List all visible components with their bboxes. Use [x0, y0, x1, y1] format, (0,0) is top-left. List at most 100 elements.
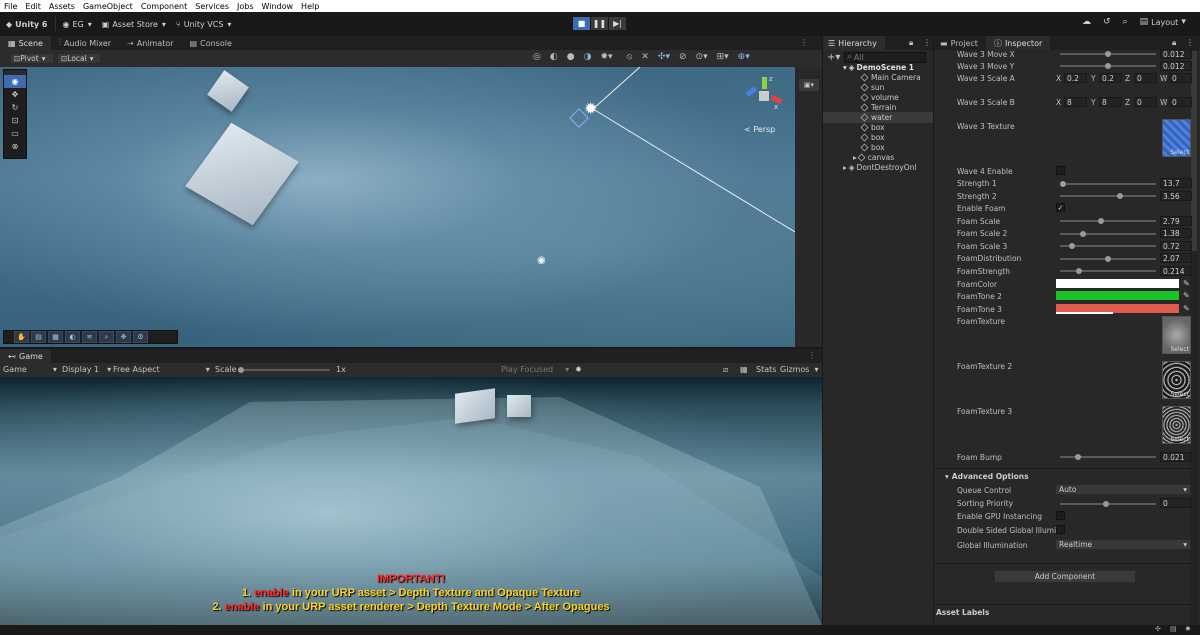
wave3-scale-a-z[interactable]: 0 [1134, 73, 1157, 83]
foam-texture-slot[interactable]: Select [1162, 316, 1191, 354]
menu-services[interactable]: Services [195, 2, 229, 11]
texture-select-label[interactable]: Select [1170, 346, 1189, 353]
bug-icon[interactable]: ✹ [575, 365, 582, 374]
gpu-instancing-checkbox[interactable] [1056, 511, 1065, 520]
add-icon[interactable]: +▾ [827, 52, 840, 63]
foam-scale-field[interactable]: 2.79 [1160, 216, 1192, 226]
search-icon[interactable]: ⌕ [1123, 17, 1128, 27]
shading-lit-icon[interactable]: ◑ [584, 52, 592, 62]
menu-jobs[interactable]: Jobs [237, 2, 254, 11]
strength1-field[interactable]: 13.7 [1160, 178, 1192, 188]
menu-component[interactable]: Component [141, 2, 187, 11]
slider-knob[interactable] [1117, 193, 1123, 199]
play-button[interactable]: ■ [573, 17, 590, 30]
menu-assets[interactable]: Assets [49, 2, 75, 11]
pause-button[interactable]: ❚❚ [591, 17, 608, 30]
foam-distribution-slider[interactable] [1060, 256, 1156, 262]
layers-tool-icon[interactable]: ≋ [82, 331, 97, 343]
tab-game[interactable]: ⊷ Game [0, 349, 51, 363]
pivot-dropdown[interactable]: ⊡Pivot ▾ [10, 53, 54, 64]
foam-scale3-slider[interactable] [1060, 243, 1156, 249]
settings-tool-icon[interactable]: ⚙ [133, 331, 148, 343]
slider-knob[interactable] [1105, 63, 1111, 69]
foam-color-swatch[interactable] [1056, 279, 1179, 288]
tab-scene[interactable]: ▦ Scene [0, 36, 51, 50]
lock-icon[interactable]: 🔒︎ [909, 38, 913, 48]
transform-tool-icon[interactable]: ⊗ [4, 140, 26, 153]
cache-icon[interactable]: ▤ [1170, 625, 1177, 633]
vcs-dropdown[interactable]: ⑂ Unity VCS ▾ [176, 20, 232, 29]
view-tool-icon[interactable]: ◉ [4, 75, 26, 88]
globe-icon[interactable]: ◎ [533, 52, 541, 62]
tab-animator[interactable]: ⇢ Animator [119, 36, 181, 50]
advanced-options-header[interactable]: ▾ Advanced Options [945, 472, 1029, 481]
wave3-move-y-slider[interactable] [1060, 63, 1156, 69]
game-view[interactable]: IMPORTANT! 1. enable in your URP asset >… [0, 377, 822, 625]
step-button[interactable]: ▶| [609, 17, 626, 30]
account-dropdown[interactable]: ◉ EG ▾ [62, 20, 91, 29]
overlay-menu-icon[interactable]: ▣▾ [799, 79, 819, 91]
shading-solid-icon[interactable]: ● [567, 52, 575, 62]
scale-tool-icon[interactable]: ⊡ [4, 114, 26, 127]
unity-version[interactable]: ◆ Unity 6 [6, 20, 47, 29]
tab-hierarchy[interactable]: ☰ Hierarchy [823, 36, 885, 50]
box-object[interactable] [507, 395, 531, 417]
hierarchy-item[interactable]: box [860, 123, 885, 132]
sorting-priority-slider[interactable] [1060, 501, 1156, 507]
foam-scale2-field[interactable]: 1.38 [1160, 228, 1192, 238]
perspective-label[interactable]: < Persp [744, 125, 775, 134]
eyedropper-icon[interactable]: ✎ [1183, 279, 1190, 288]
slider-knob[interactable] [1069, 243, 1075, 249]
rect-tool-icon[interactable]: ▭ [4, 127, 26, 140]
hierarchy-item[interactable]: box [860, 133, 885, 142]
hand-tool-icon[interactable]: ✋ [14, 331, 29, 343]
game-mode-dropdown[interactable]: Game ▾ [3, 365, 57, 374]
foam-scale2-slider[interactable] [1060, 231, 1156, 237]
rotate-tool-icon[interactable]: ↻ [4, 101, 26, 114]
hierarchy-item[interactable]: volume [860, 93, 899, 102]
foam-distribution-field[interactable]: 2.07 [1160, 253, 1192, 263]
hierarchy-search-input[interactable]: ⌕ All [844, 51, 927, 63]
stats-button[interactable]: Stats [756, 365, 776, 374]
foam-bump-slider[interactable] [1060, 454, 1156, 460]
enable-foam-checkbox[interactable]: ✓ [1056, 203, 1065, 212]
scene-view[interactable]: ✹ ◉ z x < Persp ◉ ✥ ↻ ⊡ ▭ ⊗ ✋ ▤ ▦ ◐ ≋ ⌕ … [0, 67, 795, 347]
menu-edit[interactable]: Edit [25, 2, 41, 11]
wave3-scale-b-w[interactable]: 0 [1169, 97, 1192, 107]
aspect-dropdown[interactable]: Free Aspect ▾ [113, 365, 210, 374]
more-options-icon[interactable]: ⋮ [808, 351, 816, 360]
audio-off-icon[interactable]: ⦸ [627, 52, 633, 62]
foam-texture3-slot[interactable]: Select [1162, 406, 1191, 444]
strength2-field[interactable]: 3.56 [1160, 191, 1192, 201]
foam-tone2-swatch[interactable] [1056, 291, 1179, 300]
wave3-move-x-slider[interactable] [1060, 51, 1156, 57]
slider-knob[interactable] [1075, 454, 1081, 460]
orientation-gizmo[interactable]: z x [744, 75, 784, 117]
tab-audio-mixer[interactable]: ⫶ Audio Mixer [51, 36, 119, 50]
debug-icon[interactable]: ✹ [1185, 625, 1191, 633]
sculpt-tool-icon[interactable]: ◐ [65, 331, 80, 343]
debug-icon[interactable]: ✹▾ [600, 52, 612, 62]
texture-select-label[interactable]: Select [1170, 149, 1189, 156]
tab-console[interactable]: ▤ Console [182, 36, 240, 50]
layout-dropdown[interactable]: ▤ Layout ▾ [1140, 17, 1186, 27]
double-sided-checkbox[interactable] [1056, 525, 1065, 534]
grid-icon[interactable]: ⊞▾ [717, 52, 729, 62]
foam-bump-field[interactable]: 0.021 [1160, 452, 1192, 462]
scale-slider[interactable] [238, 367, 330, 373]
cloud-icon[interactable]: ☁ [1082, 17, 1091, 27]
hidden-icon[interactable]: ✣▾ [658, 52, 670, 62]
slider-knob[interactable] [1060, 181, 1066, 187]
progress-icon[interactable]: ✣ [1155, 625, 1161, 633]
more-options-icon[interactable]: ⋮ [800, 38, 808, 47]
foam-scale3-field[interactable]: 0.72 [1160, 241, 1192, 251]
scale-slider-knob[interactable] [238, 367, 244, 373]
eyedropper-icon[interactable]: ✎ [1183, 304, 1190, 313]
shading-wire-icon[interactable]: ◐ [550, 52, 558, 62]
paint-tool-icon[interactable]: ▦ [48, 331, 63, 343]
slider-knob[interactable] [1105, 51, 1111, 57]
visibility-icon[interactable]: ⊘ [679, 52, 687, 62]
dont-destroy-scene[interactable]: ▸ ◈ DontDestroyOnl [843, 163, 917, 172]
hierarchy-item[interactable]: box [860, 143, 885, 152]
hierarchy-item[interactable]: sun [860, 83, 884, 92]
